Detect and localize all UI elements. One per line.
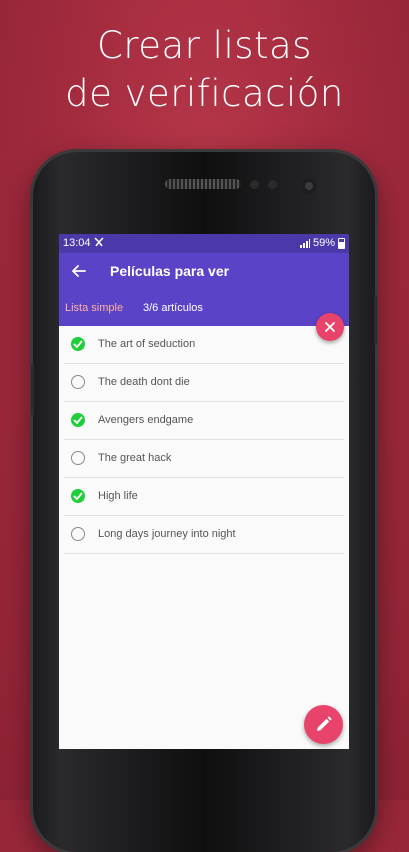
- headline-line-1: Crear listas: [97, 24, 312, 67]
- list-item[interactable]: The great hack: [64, 440, 344, 478]
- battery-icon: [338, 237, 345, 249]
- list-item-label: High life: [98, 490, 138, 502]
- check-circle-icon[interactable]: [71, 413, 85, 427]
- list-item-label: The great hack: [98, 452, 172, 464]
- battery-percent: 59%: [312, 237, 335, 249]
- checklist: The art of seduction The death dont die …: [59, 326, 349, 554]
- proximity-sensor: [250, 180, 259, 189]
- list-item[interactable]: Long days journey into night: [64, 516, 344, 554]
- list-item-label: The death dont die: [98, 376, 190, 388]
- phone-screen: 13:04 59% Películas para ver Lista simpl…: [59, 234, 349, 749]
- list-item[interactable]: High life: [64, 478, 344, 516]
- pencil-icon: [317, 716, 332, 731]
- signal-icon: [299, 238, 310, 248]
- power-button: [374, 295, 377, 345]
- list-item-label: The art of seduction: [98, 338, 196, 350]
- edit-button[interactable]: [304, 705, 343, 744]
- app-bar: Películas para ver: [59, 253, 349, 291]
- items-count: 3/6 artículos: [143, 302, 203, 314]
- status-bar: 13:04 59%: [59, 234, 349, 253]
- notification-icon: [94, 237, 104, 250]
- light-sensor: [268, 180, 277, 189]
- close-icon: [325, 322, 335, 332]
- volume-button: [31, 365, 34, 415]
- promo-headline: Crear listas de verificación: [0, 22, 409, 118]
- page-title: Películas para ver: [110, 263, 230, 279]
- empty-circle-icon[interactable]: [71, 527, 85, 541]
- list-item[interactable]: Avengers endgame: [64, 402, 344, 440]
- empty-circle-icon[interactable]: [71, 375, 85, 389]
- earpiece-speaker: [165, 179, 241, 189]
- status-right: 59%: [299, 237, 345, 249]
- status-time: 13:04: [63, 237, 91, 249]
- arrow-left-icon[interactable]: [69, 261, 89, 281]
- list-type-label[interactable]: Lista simple: [65, 302, 123, 314]
- front-camera: [301, 178, 317, 194]
- list-item-label: Long days journey into night: [98, 528, 236, 540]
- list-item-label: Avengers endgame: [98, 414, 194, 426]
- close-button[interactable]: [316, 313, 344, 341]
- empty-circle-icon[interactable]: [71, 451, 85, 465]
- check-circle-icon[interactable]: [71, 489, 85, 503]
- list-item[interactable]: The art of seduction: [64, 326, 344, 364]
- list-info-bar: Lista simple 3/6 artículos: [59, 291, 349, 326]
- check-circle-icon[interactable]: [71, 337, 85, 351]
- list-item[interactable]: The death dont die: [64, 364, 344, 402]
- headline-line-2: de verificación: [65, 72, 344, 115]
